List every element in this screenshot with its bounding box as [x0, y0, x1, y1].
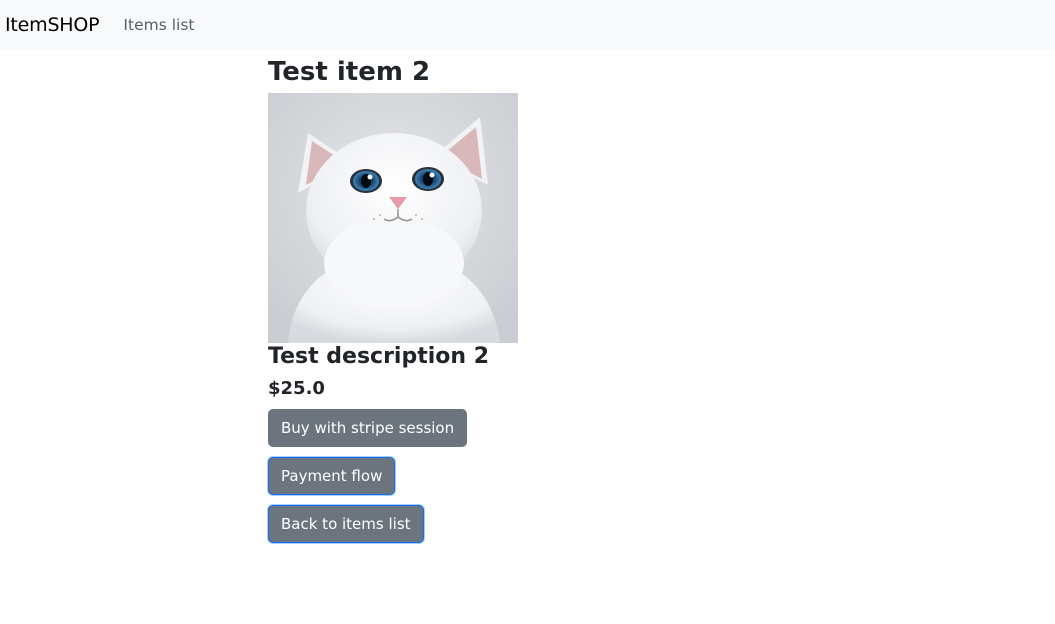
nav-items-list-link[interactable]: Items list — [123, 16, 194, 34]
item-price: $25.0 — [268, 378, 325, 399]
buy-stripe-row: Buy with stripe session — [268, 409, 768, 457]
back-row: Back to items list — [268, 505, 768, 553]
item-image — [268, 93, 518, 343]
item-description: Test description 2 — [268, 344, 490, 369]
back-to-items-list-button[interactable]: Back to items list — [268, 505, 424, 543]
item-detail: Test item 2 Test description 2 $25.0 Buy… — [268, 50, 768, 553]
brand-link[interactable]: ItemSHOP — [5, 14, 100, 36]
item-title: Test item 2 — [268, 57, 431, 87]
payment-flow-row: Payment flow — [268, 457, 768, 505]
payment-flow-button[interactable]: Payment flow — [268, 457, 396, 495]
buy-with-stripe-session-button[interactable]: Buy with stripe session — [268, 409, 468, 447]
top-navbar: ItemSHOP Items list — [0, 0, 1055, 50]
